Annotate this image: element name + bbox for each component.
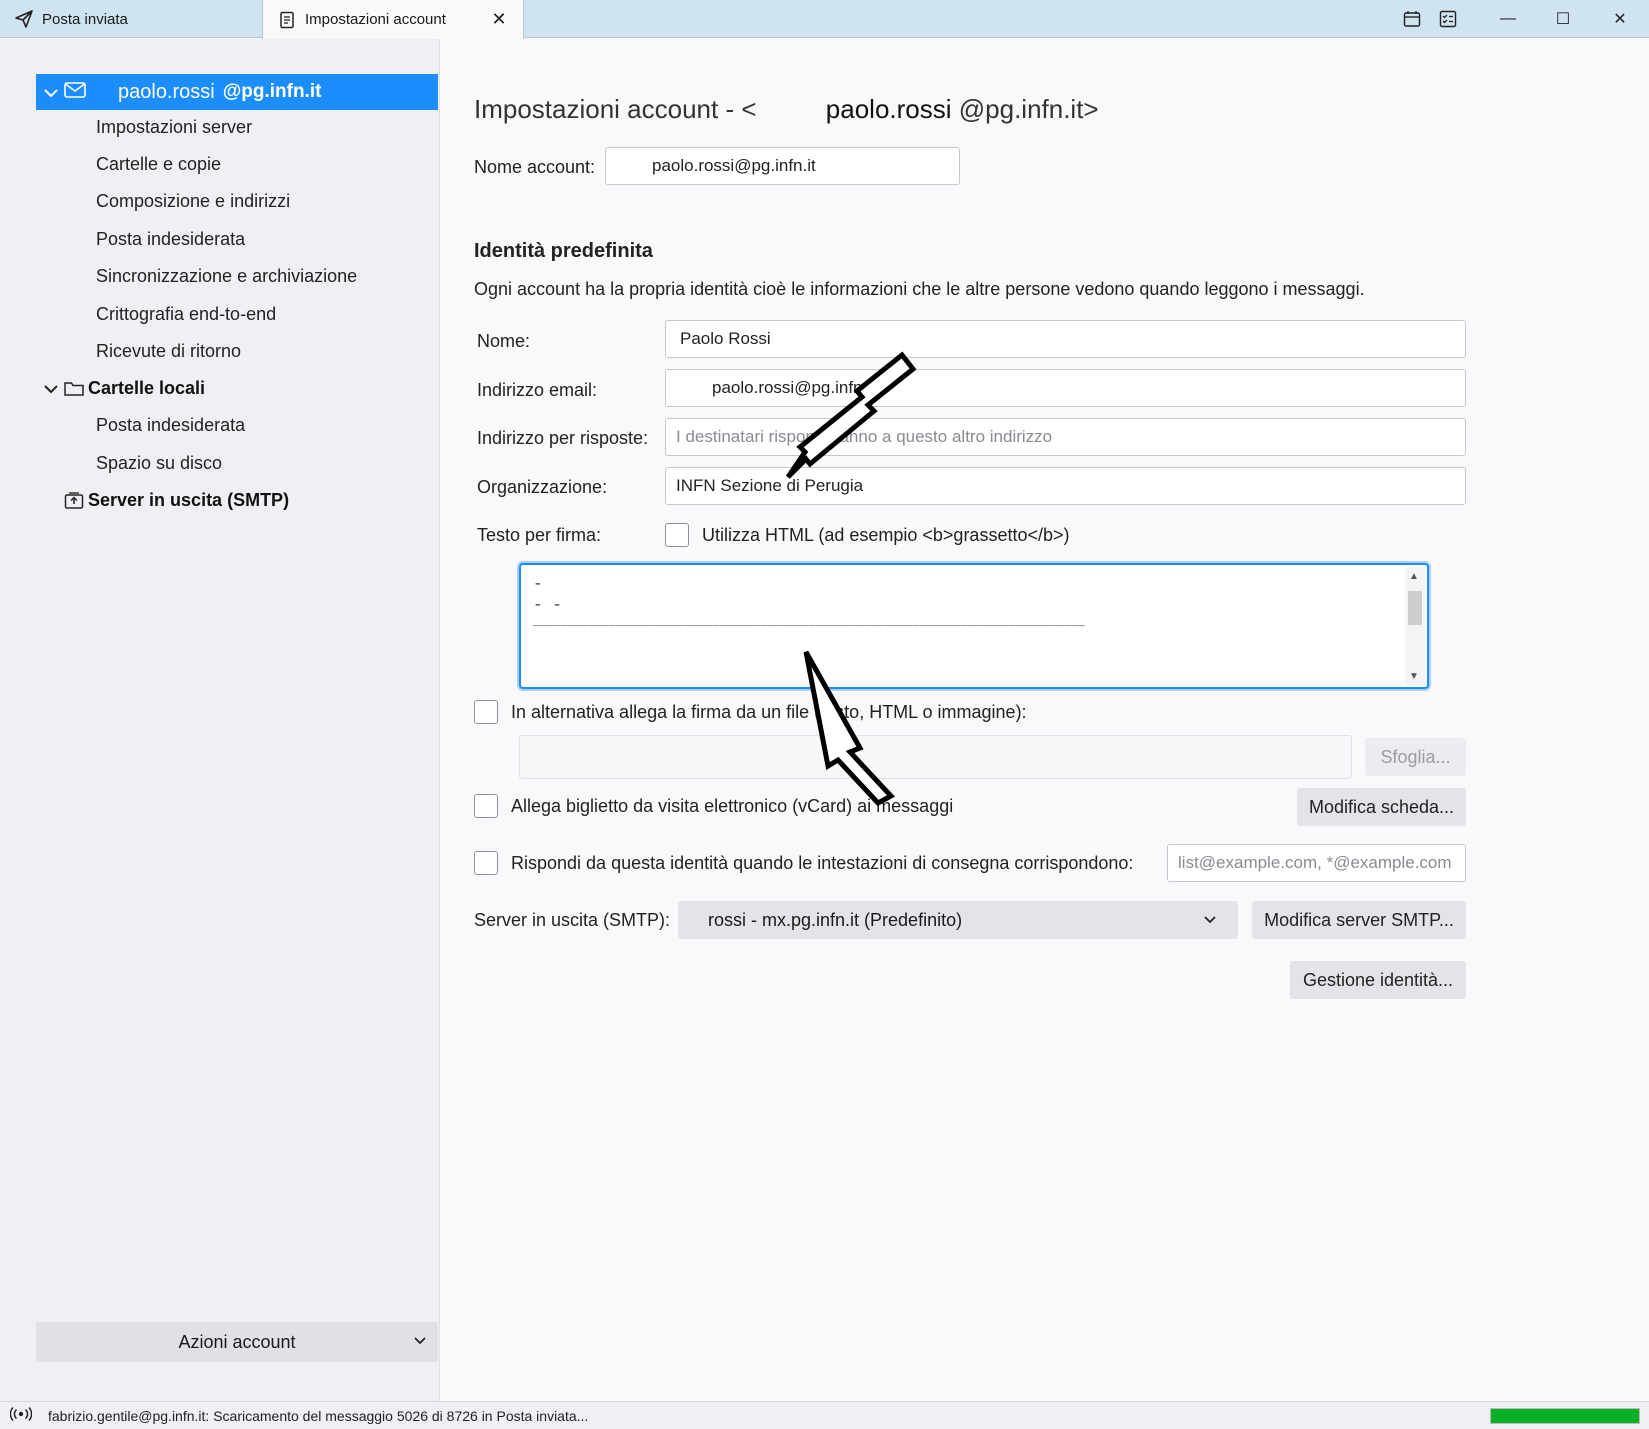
account-actions-button[interactable]: Azioni account bbox=[36, 1322, 438, 1362]
smtp-label: Server in uscita (SMTP) bbox=[88, 490, 290, 510]
edit-card-button[interactable]: Modifica scheda... bbox=[1297, 788, 1466, 826]
name-label: Nome: bbox=[477, 331, 531, 351]
reply-identity-input[interactable]: list@example.com, *@example.com bbox=[1167, 844, 1466, 882]
account-domain: @pg.infn.it bbox=[222, 81, 322, 102]
tab-label: Impostazioni account bbox=[305, 11, 446, 28]
outgoing-server-icon bbox=[64, 491, 88, 510]
status-text: fabrizio.gentile@pg.infn.it: Scaricament… bbox=[48, 1407, 589, 1424]
signature-file-input[interactable] bbox=[519, 735, 1352, 779]
account-actions-label: Azioni account bbox=[178, 1331, 296, 1352]
manage-identities-button[interactable]: Gestione identità... bbox=[1290, 961, 1466, 999]
sidebar-item-e2e[interactable]: Crittografia end-to-end bbox=[96, 304, 276, 325]
sidebar-local-folders[interactable]: Cartelle locali bbox=[44, 378, 205, 399]
organization-label: Organizzazione: bbox=[477, 477, 608, 497]
account-name-label: Nome account: bbox=[474, 157, 596, 177]
scroll-down-icon[interactable]: ▼ bbox=[1409, 671, 1419, 682]
signature-label: Testo per firma: bbox=[477, 525, 602, 545]
smtp-server-value: rossi - mx.pg.infn.it (Predefinito) bbox=[708, 909, 963, 930]
tab-sent-mail[interactable]: Posta inviata bbox=[0, 0, 262, 38]
online-status-icon[interactable] bbox=[9, 1406, 34, 1424]
page-title-name: paolo.rossi bbox=[825, 94, 952, 124]
reply-to-label: Indirizzo per risposte: bbox=[477, 428, 649, 448]
close-tab-icon[interactable]: ✕ bbox=[489, 9, 509, 29]
organization-input[interactable]: INFN Sezione di Perugia bbox=[665, 467, 1466, 505]
reply-identity-checkbox[interactable] bbox=[474, 851, 498, 875]
chevron-down-icon bbox=[1204, 911, 1216, 927]
identity-heading: Identità predefinita bbox=[474, 240, 653, 262]
scroll-up-icon[interactable]: ▲ bbox=[1409, 571, 1419, 582]
account-sidebar: paolo.rossi @pg.infn.it Impostazioni ser… bbox=[0, 39, 440, 1401]
identity-description: Ogni account ha la propria identità cioè… bbox=[474, 279, 1365, 299]
folder-icon bbox=[64, 381, 88, 397]
account-name-input[interactable]: paolo.rossi@pg.infn.it bbox=[605, 147, 960, 185]
smtp-server-label: Server in uscita (SMTP): bbox=[474, 910, 671, 930]
local-folders-label: Cartelle locali bbox=[88, 378, 206, 398]
sidebar-smtp[interactable]: Server in uscita (SMTP) bbox=[64, 490, 289, 511]
signature-line: - bbox=[533, 575, 543, 593]
sidebar-item-composition[interactable]: Composizione e indirizzi bbox=[96, 191, 290, 212]
document-icon bbox=[277, 10, 297, 30]
chevron-down-icon[interactable] bbox=[44, 81, 60, 104]
attach-file-checkbox[interactable] bbox=[474, 700, 498, 724]
scrollbar-thumb[interactable] bbox=[1408, 591, 1422, 625]
download-progress-bar bbox=[1490, 1408, 1640, 1424]
signature-line: - - bbox=[533, 596, 562, 614]
signature-scrollbar[interactable]: ▲ ▼ bbox=[1405, 567, 1425, 685]
sidebar-item-disk-space[interactable]: Spazio su disco bbox=[96, 453, 222, 474]
reply-to-input[interactable]: I destinatari risponderanno a questo alt… bbox=[665, 418, 1466, 456]
reply-identity-label: Rispondi da questa identità quando le in… bbox=[511, 853, 1134, 873]
edit-smtp-button[interactable]: Modifica server SMTP... bbox=[1252, 901, 1466, 939]
sidebar-item-server-settings[interactable]: Impostazioni server bbox=[96, 117, 252, 138]
tab-account-settings[interactable]: Impostazioni account ✕ bbox=[262, 0, 524, 39]
sidebar-item-junk[interactable]: Posta indesiderata bbox=[96, 229, 245, 250]
status-bar: fabrizio.gentile@pg.infn.it: Scaricament… bbox=[0, 1401, 1649, 1429]
minimize-icon[interactable]: — bbox=[1486, 0, 1530, 38]
attach-file-label: In alternativa allega la firma da un fil… bbox=[511, 702, 1027, 722]
chevron-down-icon bbox=[414, 1332, 426, 1348]
sidebar-item-receipts[interactable]: Ricevute di ritorno bbox=[96, 341, 241, 362]
chevron-down-icon[interactable] bbox=[44, 384, 62, 394]
signature-line: ________________________________________… bbox=[533, 617, 1086, 629]
page-title: Impostazioni account - < paolo.rossi @pg… bbox=[474, 94, 1099, 125]
email-input[interactable]: paolo.rossi@pg.infn.it bbox=[665, 369, 1466, 407]
page-title-prefix: Impostazioni account - < bbox=[474, 94, 757, 124]
close-window-icon[interactable]: ✕ bbox=[1598, 0, 1642, 38]
vcard-checkbox[interactable] bbox=[474, 794, 498, 818]
sidebar-item-local-junk[interactable]: Posta indesiderata bbox=[96, 415, 245, 436]
title-bar: Posta inviata Impostazioni account ✕ — ☐… bbox=[0, 0, 1649, 39]
name-input[interactable]: Paolo Rossi bbox=[665, 320, 1466, 358]
use-html-label: Utilizza HTML (ad esempio <b>grassetto</… bbox=[702, 525, 1070, 545]
sidebar-account-item[interactable]: paolo.rossi @pg.infn.it bbox=[36, 74, 438, 110]
sidebar-item-sync[interactable]: Sincronizzazione e archiviazione bbox=[96, 266, 357, 287]
smtp-server-select[interactable]: rossi - mx.pg.infn.it (Predefinito) bbox=[678, 901, 1238, 939]
vcard-label: Allega biglietto da visita elettronico (… bbox=[511, 796, 954, 816]
mail-icon bbox=[64, 81, 88, 104]
progress-fill bbox=[1491, 1409, 1639, 1423]
send-icon bbox=[14, 9, 34, 29]
page-title-suffix: @pg.infn.it> bbox=[958, 94, 1099, 124]
email-label: Indirizzo email: bbox=[477, 380, 598, 400]
account-name: paolo.rossi bbox=[118, 80, 215, 103]
signature-textarea[interactable]: - - - __________________________________… bbox=[519, 563, 1429, 689]
sidebar-item-folders-copies[interactable]: Cartelle e copie bbox=[96, 154, 221, 175]
account-settings-panel: Impostazioni account - < paolo.rossi @pg… bbox=[441, 39, 1649, 1401]
maximize-icon[interactable]: ☐ bbox=[1541, 0, 1585, 38]
tasks-icon[interactable] bbox=[1426, 0, 1470, 38]
use-html-checkbox[interactable] bbox=[665, 523, 689, 547]
tab-label: Posta inviata bbox=[42, 10, 128, 28]
browse-button[interactable]: Sfoglia... bbox=[1365, 738, 1466, 776]
